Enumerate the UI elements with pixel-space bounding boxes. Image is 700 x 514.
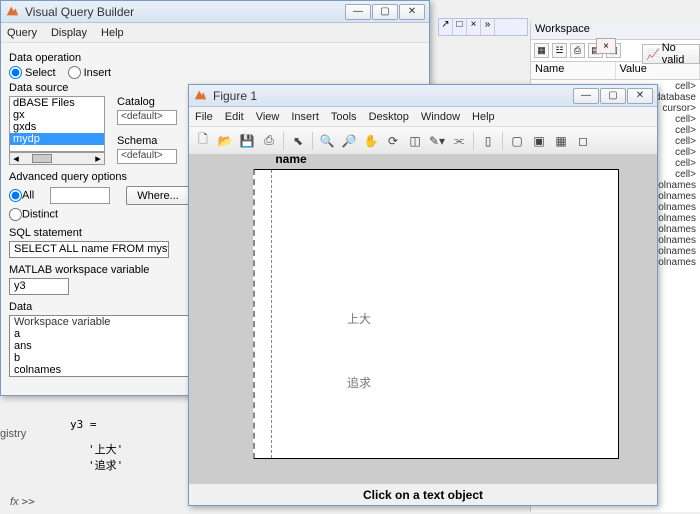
y3-val2: '追求' — [70, 457, 190, 473]
menu-tools[interactable]: Tools — [331, 111, 357, 123]
data-source-list[interactable]: dBASE Filesgxgxdsmydp — [9, 96, 105, 152]
figure-menubar: File Edit View Insert Tools Desktop Wind… — [189, 107, 657, 127]
menu-window[interactable]: Window — [421, 111, 460, 123]
cell-text-2[interactable]: 追求 — [347, 374, 371, 391]
wsvar-col: Workspace variable — [14, 316, 213, 328]
radio-select[interactable]: Select — [9, 66, 56, 79]
catalog-label: Catalog — [117, 96, 177, 108]
link-icon[interactable]: ⫘ — [449, 131, 469, 151]
pointer-icon[interactable]: ⬉ — [288, 131, 308, 151]
cmd-output: y3 = '上大' '追求' — [70, 404, 190, 473]
fx-prompt[interactable]: fx >> — [10, 495, 35, 508]
menu-display[interactable]: Display — [51, 27, 87, 39]
radio-all[interactable]: All — [9, 189, 34, 202]
matlab-icon — [5, 4, 21, 20]
dock-arrow-icon[interactable]: ↗ — [439, 19, 453, 35]
list-item[interactable]: dBASE Files — [10, 97, 104, 109]
open-var-icon[interactable]: ☳ — [552, 43, 567, 58]
horizontal-scrollbar[interactable]: ◂ ▸ — [9, 152, 105, 165]
matlab-icon — [193, 88, 209, 104]
figure-window: Figure 1 — ▢ ✕ File Edit View Insert Too… — [188, 84, 658, 506]
menu-edit[interactable]: Edit — [225, 111, 244, 123]
open-icon[interactable]: 📂 — [215, 131, 235, 151]
menu-view[interactable]: View — [256, 111, 280, 123]
schema-value[interactable]: <default> — [117, 149, 177, 164]
show-plot-tools-icon[interactable]: ▦ — [551, 131, 571, 151]
y3-label: y3 = — [70, 418, 190, 431]
radio-select-input[interactable] — [9, 66, 22, 79]
maximize-button[interactable]: ▢ — [600, 88, 626, 104]
close-button[interactable]: ✕ — [399, 4, 425, 20]
dock-x-icon[interactable]: × — [467, 19, 481, 35]
vqb-menubar: Query Display Help — [1, 23, 429, 43]
menu-help[interactable]: Help — [101, 27, 124, 39]
insert-colorbar-icon[interactable]: ▯ — [478, 131, 498, 151]
column-header-name: name — [261, 152, 321, 166]
separator — [283, 132, 284, 150]
close-button[interactable]: ✕ — [627, 88, 653, 104]
axes[interactable]: 上大 追求 — [253, 169, 619, 459]
mw-input[interactable]: y3 — [9, 278, 69, 295]
separator — [502, 132, 503, 150]
insert-legend-icon[interactable]: ▢ — [507, 131, 527, 151]
separator — [312, 132, 313, 150]
print-icon[interactable]: ⎙ — [570, 43, 585, 58]
menu-help[interactable]: Help — [472, 111, 495, 123]
radio-distinct-input[interactable] — [9, 208, 22, 221]
menu-insert[interactable]: Insert — [291, 111, 319, 123]
hide-plot-tools-icon[interactable]: ▣ — [529, 131, 549, 151]
save-icon[interactable]: 💾 — [237, 131, 257, 151]
dock-btn-icon[interactable]: » — [481, 19, 495, 35]
radio-insert[interactable]: Insert — [68, 66, 112, 79]
zoom-in-icon[interactable]: 🔍 — [317, 131, 337, 151]
dock-strip: ↗ □ × » — [438, 18, 528, 36]
scroll-thumb[interactable] — [32, 154, 52, 163]
axes-divider — [271, 170, 272, 458]
print-icon[interactable]: ⎙ — [259, 131, 279, 151]
y3-val1: '上大' — [70, 441, 190, 457]
no-valid-plot-button[interactable]: 📈 No valid — [642, 44, 700, 64]
cell-text-1[interactable]: 上大 — [347, 310, 371, 327]
plot-icon: 📈 — [646, 48, 660, 61]
radio-distinct[interactable]: Distinct — [9, 208, 58, 221]
list-item[interactable]: gx — [10, 109, 104, 121]
figure-title: Figure 1 — [213, 89, 573, 103]
scroll-right-icon[interactable]: ▸ — [92, 152, 104, 165]
vqb-title: Visual Query Builder — [25, 5, 345, 19]
where-button[interactable]: Where... — [126, 186, 190, 205]
sql-input[interactable]: SELECT ALL name FROM myst — [9, 241, 169, 258]
brush-icon[interactable]: ✎▾ — [427, 131, 447, 151]
minimize-button[interactable]: — — [345, 4, 371, 20]
minimize-button[interactable]: — — [573, 88, 599, 104]
scroll-left-icon[interactable]: ◂ — [10, 152, 22, 165]
new-figure-icon[interactable]: 🗋 — [193, 131, 213, 151]
registry-text-fragment: gistry — [0, 428, 26, 440]
data-cursor-icon[interactable]: ◫ — [405, 131, 425, 151]
maximize-button[interactable]: ▢ — [372, 4, 398, 20]
where-input[interactable] — [50, 187, 110, 204]
menu-query[interactable]: Query — [7, 27, 37, 39]
catalog-value[interactable]: <default> — [117, 110, 177, 125]
figure-toolbar: 🗋 📂 💾 ⎙ ⬉ 🔍 🔎 ✋ ⟳ ◫ ✎▾ ⫘ ▯ ▢ ▣ ▦ ◻ — [189, 127, 657, 155]
schema-label: Schema — [117, 135, 177, 147]
menu-desktop[interactable]: Desktop — [369, 111, 409, 123]
data-op-label: Data operation — [9, 52, 421, 64]
dock-icon[interactable]: ◻ — [573, 131, 593, 151]
dock-sq-icon[interactable]: □ — [453, 19, 467, 35]
radio-all-input[interactable] — [9, 189, 22, 202]
list-item[interactable]: mydp — [10, 133, 104, 145]
radio-insert-input[interactable] — [68, 66, 81, 79]
new-var-icon[interactable]: ▦ — [534, 43, 549, 58]
separator — [473, 132, 474, 150]
rotate-icon[interactable]: ⟳ — [383, 131, 403, 151]
panel-close-button[interactable]: × — [596, 38, 616, 54]
figure-canvas[interactable]: name 上大 追求 — [189, 155, 657, 483]
pan-icon[interactable]: ✋ — [361, 131, 381, 151]
menu-file[interactable]: File — [195, 111, 213, 123]
zoom-out-icon[interactable]: 🔎 — [339, 131, 359, 151]
list-item[interactable]: gxds — [10, 121, 104, 133]
col-name[interactable]: Name — [531, 62, 616, 79]
figure-status: Click on a text object — [189, 483, 657, 505]
